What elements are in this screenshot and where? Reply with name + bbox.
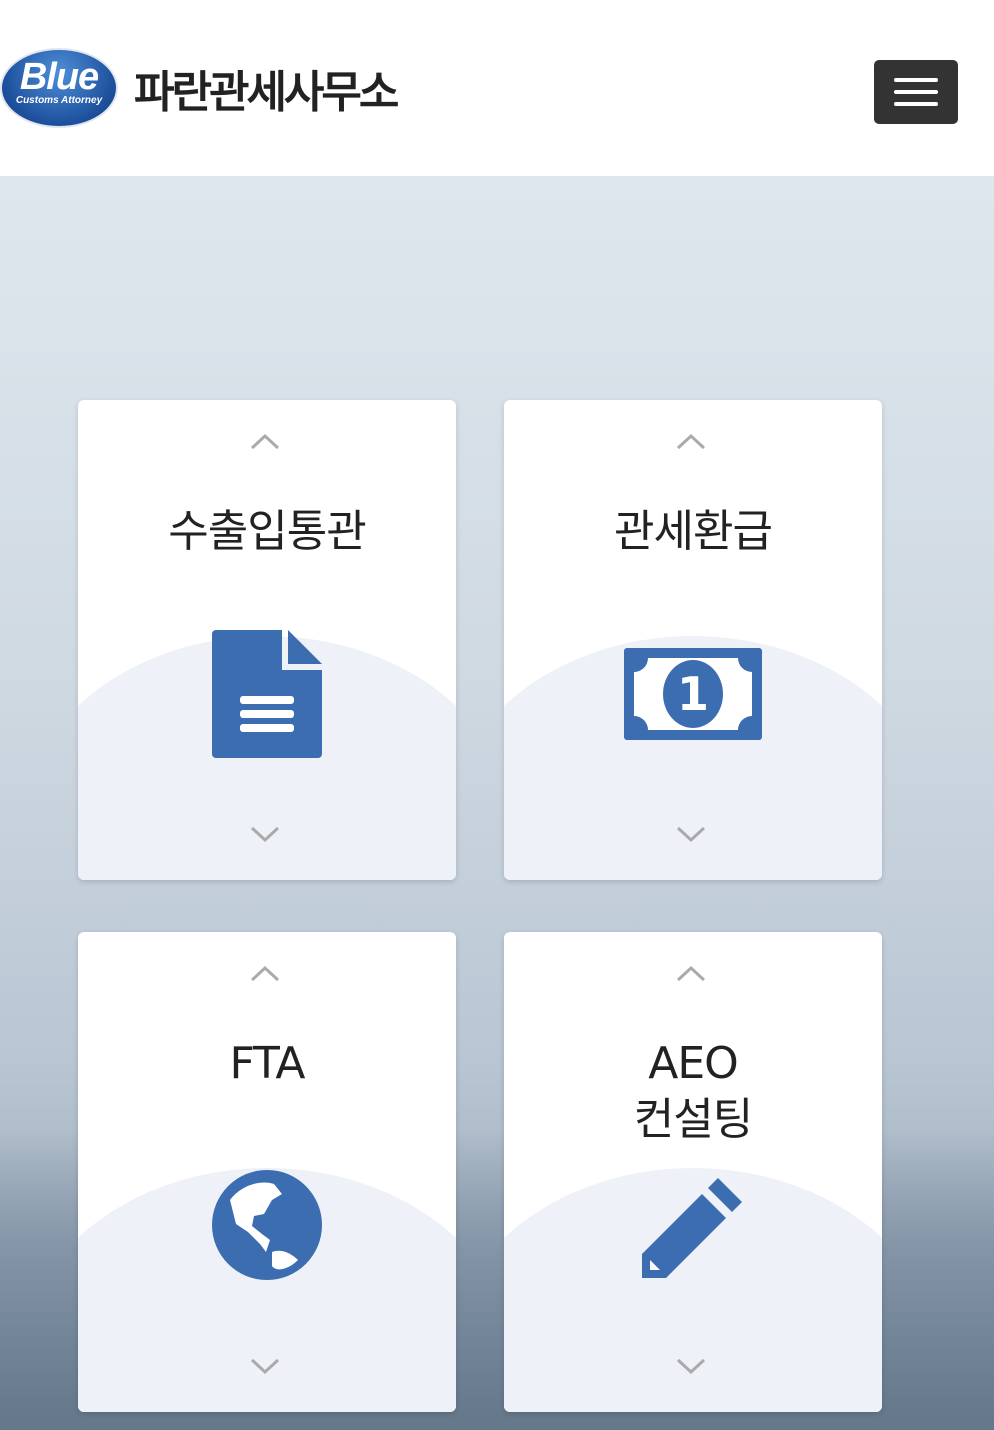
money-bill-icon: 1 xyxy=(504,648,882,740)
chevron-up-icon xyxy=(250,958,280,988)
brand-name[interactable]: 파란관세사무소 xyxy=(134,56,399,120)
chevron-down-icon xyxy=(250,818,280,848)
header: Blue Customs Attorney 파란관세사무소 xyxy=(0,0,994,176)
chevron-up-icon xyxy=(676,426,706,456)
card-title: 수출입통관 xyxy=(168,506,366,557)
card-customs-clearance[interactable]: 수출입통관 xyxy=(78,400,456,880)
card-title-line: AEO xyxy=(648,1038,739,1089)
hamburger-menu-button[interactable] xyxy=(874,60,958,124)
pencil-icon xyxy=(504,1172,882,1282)
chevron-down-icon xyxy=(250,1350,280,1380)
menu-bar xyxy=(894,90,938,94)
chevron-down-icon xyxy=(676,1350,706,1380)
card-aeo-consulting[interactable]: AEO 컨설팅 xyxy=(504,932,882,1412)
card-duty-refund[interactable]: 관세환급 1 xyxy=(504,400,882,880)
chevron-down-icon xyxy=(676,818,706,848)
globe-icon xyxy=(78,1170,456,1280)
chevron-up-icon xyxy=(676,958,706,988)
menu-bar xyxy=(894,102,938,106)
logo-text: Blue xyxy=(19,56,99,98)
menu-bar xyxy=(894,78,938,82)
card-fta[interactable]: FTA xyxy=(78,932,456,1412)
logo[interactable]: Blue Customs Attorney xyxy=(0,48,118,128)
card-title: 관세환급 xyxy=(614,506,773,557)
chevron-up-icon xyxy=(250,426,280,456)
card-title-line: 컨설팅 xyxy=(633,1094,753,1145)
svg-text:1: 1 xyxy=(677,667,709,721)
card-title: AEO 컨설팅 xyxy=(504,1036,882,1148)
document-icon xyxy=(78,630,456,758)
logo-subtext: Customs Attorney xyxy=(15,95,103,106)
card-title: FTA xyxy=(229,1038,305,1089)
